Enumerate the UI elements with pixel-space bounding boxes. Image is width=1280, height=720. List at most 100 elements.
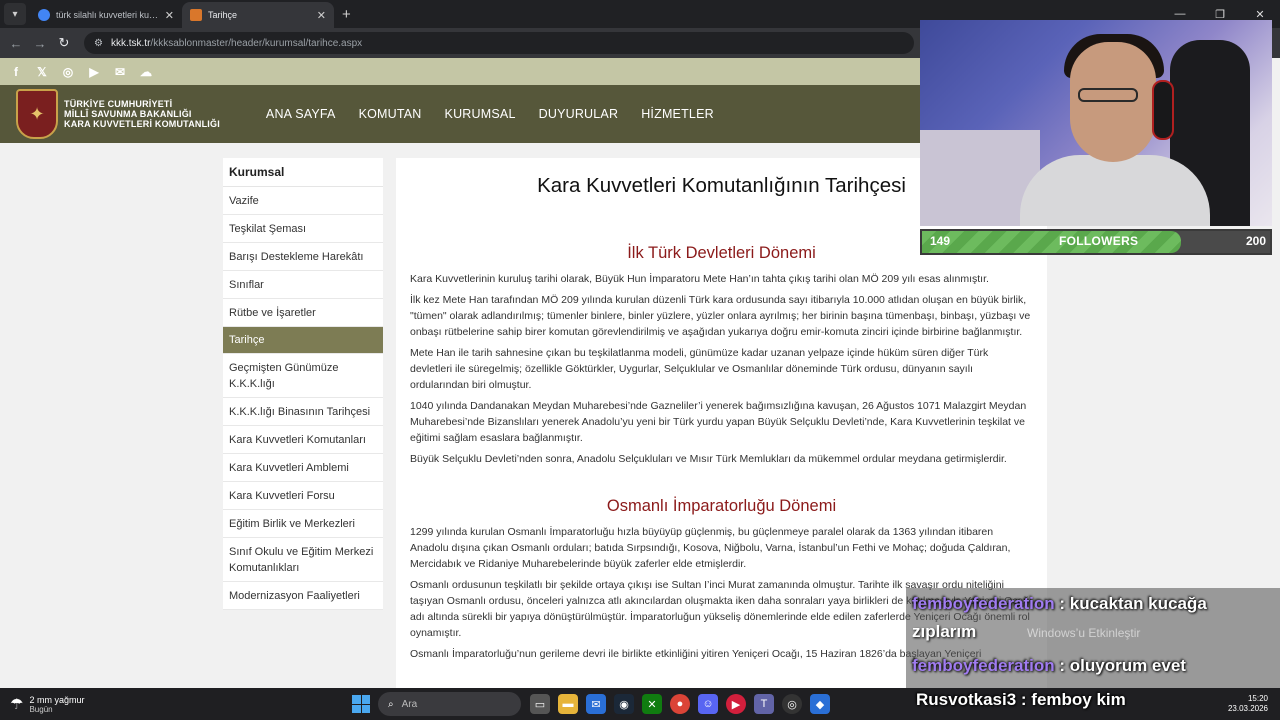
sidebar-item-siniflar[interactable]: Sınıflar <box>223 271 383 299</box>
new-tab-button[interactable]: + <box>342 6 351 23</box>
browser-tab-active[interactable]: Tarihçe ✕ <box>182 2 334 28</box>
nav-commander[interactable]: KOMUTAN <box>359 107 422 121</box>
nav-corporate[interactable]: KURUMSAL <box>445 107 516 121</box>
sidebar-item-modernizasyon[interactable]: Modernizasyon Faaliyetleri <box>223 582 383 610</box>
search-placeholder: Ara <box>401 698 418 710</box>
rss-icon[interactable]: ☁ <box>138 64 154 80</box>
paragraph: Kara Kuvvetlerinin kuruluş tarihi olarak… <box>410 273 989 285</box>
tab-close-icon[interactable]: ✕ <box>165 9 174 22</box>
app-icon[interactable]: ◆ <box>810 694 830 714</box>
youtube-icon[interactable]: ▶ <box>86 64 102 80</box>
chat-message: femboyfederation : kucaktan kucağa <box>912 594 1207 614</box>
chat-message-wrap: zıplarım <box>912 622 977 641</box>
url-path: /kkksablonmaster/header/kurumsal/tarihce… <box>150 37 363 49</box>
teams-icon[interactable]: T <box>754 694 774 714</box>
sidebar-item-fors[interactable]: Kara Kuvvetleri Forsu <box>223 482 383 510</box>
taskbar-search[interactable]: ⌕ Ara <box>378 692 521 716</box>
webcam-overlay <box>920 20 1272 226</box>
sidebar-item-rutbe[interactable]: Rütbe ve İşaretler <box>223 299 383 327</box>
nav-services[interactable]: HİZMETLER <box>641 107 714 121</box>
paragraph: İlk kez Mete Han tarafından MÖ 209 yılın… <box>410 294 1031 338</box>
follower-goal-bar: 149 FOLLOWERS 200 <box>920 229 1272 255</box>
tab-close-icon[interactable]: ✕ <box>317 9 326 22</box>
headset <box>1152 80 1174 140</box>
sidebar-title: Kurumsal <box>223 158 383 187</box>
taskbar-apps: ▭ ▬ ✉ ◉ ✕ ● ☺ ▶ T ◎ ◆ <box>530 694 830 714</box>
chat-text: : kucaktan kucağa <box>1059 594 1207 613</box>
sidebar-item-gecmisten[interactable]: Geçmişten Günümüze K.K.K.lığı <box>223 354 383 398</box>
instagram-icon[interactable]: ◎ <box>60 64 76 80</box>
sidebar: Kurumsal Vazife Teşkilat Şeması Barışı D… <box>223 158 383 610</box>
site-brand[interactable]: TÜRKİYE CUMHURİYETİ MİLLÎ SAVUNMA BAKANL… <box>64 99 220 129</box>
chat-text: : femboy kim <box>1020 690 1126 709</box>
back-button[interactable]: ← <box>4 36 28 51</box>
tab-title: türk silahlı kuvvetleri kuruluş ta <box>56 10 161 20</box>
sidebar-item-egitim-birlik[interactable]: Eğitim Birlik ve Merkezleri <box>223 510 383 538</box>
main-nav: ANA SAYFA KOMUTAN KURUMSAL DUYURULAR HİZ… <box>266 107 714 121</box>
follower-goal: 200 <box>1245 234 1266 248</box>
media-player-icon[interactable]: ▶ <box>726 694 746 714</box>
file-explorer-icon[interactable]: ▬ <box>558 694 578 714</box>
task-view-icon[interactable]: ▭ <box>530 694 550 714</box>
sidebar-item-barisi-destekleme[interactable]: Barışı Destekleme Harekâtı <box>223 243 383 271</box>
follower-count: 149 <box>930 234 951 248</box>
streamer-body <box>1020 155 1210 226</box>
follower-goal-fill <box>922 231 1182 253</box>
site-header: ✦ TÜRKİYE CUMHURİYETİ MİLLÎ SAVUNMA BAKA… <box>0 85 920 143</box>
tab-title: Tarihçe <box>208 10 238 20</box>
windows-activation-watermark: Windows’u Etkinleştir <box>1027 626 1141 640</box>
obs-icon[interactable]: ◎ <box>782 694 802 714</box>
paragraph: Büyük Selçuklu Devleti’nden sonra, Anado… <box>410 453 1007 465</box>
social-bar: f 𝕏 ◎ ▶ ✉ ☁ <box>0 58 920 85</box>
army-emblem-logo[interactable]: ✦ <box>16 89 58 139</box>
nav-home[interactable]: ANA SAYFA <box>266 107 336 121</box>
rain-cloud-icon: ☂ <box>10 696 24 713</box>
sidebar-item-komutanlar[interactable]: Kara Kuvvetleri Komutanları <box>223 426 383 454</box>
mail-icon[interactable]: ✉ <box>112 64 128 80</box>
x-icon[interactable]: 𝕏 <box>34 64 50 80</box>
refresh-button[interactable]: ↻ <box>52 35 76 51</box>
chat-username: femboyfederation <box>912 656 1055 675</box>
site-info-icon[interactable]: ⚙ <box>94 38 103 49</box>
sidebar-item-teskilat[interactable]: Teşkilat Şeması <box>223 215 383 243</box>
system-clock[interactable]: 15:20 23.03.2026 <box>1228 694 1268 714</box>
streamer-head <box>1070 42 1156 162</box>
site-favicon-icon <box>190 9 202 21</box>
discord-icon[interactable]: ☺ <box>698 694 718 714</box>
sidebar-item-bina-tarihcesi[interactable]: K.K.K.lığı Binasının Tarihçesi <box>223 398 383 426</box>
clock-date: 23.03.2026 <box>1227 704 1268 713</box>
glasses <box>1078 88 1138 102</box>
tab-search-button[interactable]: ▾ <box>4 3 26 25</box>
windows-taskbar: ☂ 2 mm yağmur Bugün ⌕ Ara ▭ ▬ ✉ ◉ ✕ ● ☺ … <box>0 688 1280 720</box>
weather-day: Bugün <box>29 704 53 714</box>
forward-button[interactable]: → <box>28 36 52 51</box>
paragraph: 1299 yılında kurulan Osmanlı İmparatorlu… <box>410 526 1011 570</box>
browser-tab[interactable]: türk silahlı kuvvetleri kuruluş ta ✕ <box>30 2 182 28</box>
chat-message: femboyfederation : oluyorum evet <box>912 656 1186 676</box>
brand-line3: KARA KUVVETLERİ KOMUTANLIĞI <box>64 119 220 129</box>
google-icon <box>38 9 50 21</box>
url-host: kkk.tsk.tr <box>110 37 151 49</box>
facebook-icon[interactable]: f <box>8 64 24 80</box>
paragraph: 1040 yılında Dandanakan Meydan Muharebes… <box>410 400 1027 444</box>
brand-line1: TÜRKİYE CUMHURİYETİ <box>64 99 173 109</box>
nav-announcements[interactable]: DUYURULAR <box>539 107 619 121</box>
mail-app-icon[interactable]: ✉ <box>586 694 606 714</box>
sidebar-item-sinif-okulu[interactable]: Sınıf Okulu ve Eğitim Merkezi Komutanlık… <box>223 538 383 582</box>
clock-time: 15:20 <box>1247 694 1268 703</box>
paragraph: Mete Han ile tarih sahnesine çıkan bu te… <box>410 347 989 391</box>
xbox-icon[interactable]: ✕ <box>642 694 662 714</box>
search-icon: ⌕ <box>388 698 394 710</box>
sidebar-item-vazife[interactable]: Vazife <box>223 187 383 215</box>
follower-label: FOLLOWERS <box>1059 234 1139 248</box>
start-button[interactable] <box>352 695 370 713</box>
sidebar-item-tarihce[interactable]: Tarihçe <box>223 327 383 354</box>
chrome-icon[interactable]: ● <box>670 694 690 714</box>
chat-message: Rusvotkasi3 : femboy kim <box>916 690 1126 710</box>
sidebar-item-amblem[interactable]: Kara Kuvvetleri Amblemi <box>223 454 383 482</box>
steam-icon[interactable]: ◉ <box>614 694 634 714</box>
url-bar[interactable]: ⚙ kkk.tsk.tr/kkksablonmaster/header/kuru… <box>84 32 914 54</box>
weather-text: 2 mm yağmur <box>29 694 85 705</box>
chat-text: : oluyorum evet <box>1059 656 1186 675</box>
weather-widget[interactable]: ☂ 2 mm yağmur Bugün <box>10 695 84 714</box>
